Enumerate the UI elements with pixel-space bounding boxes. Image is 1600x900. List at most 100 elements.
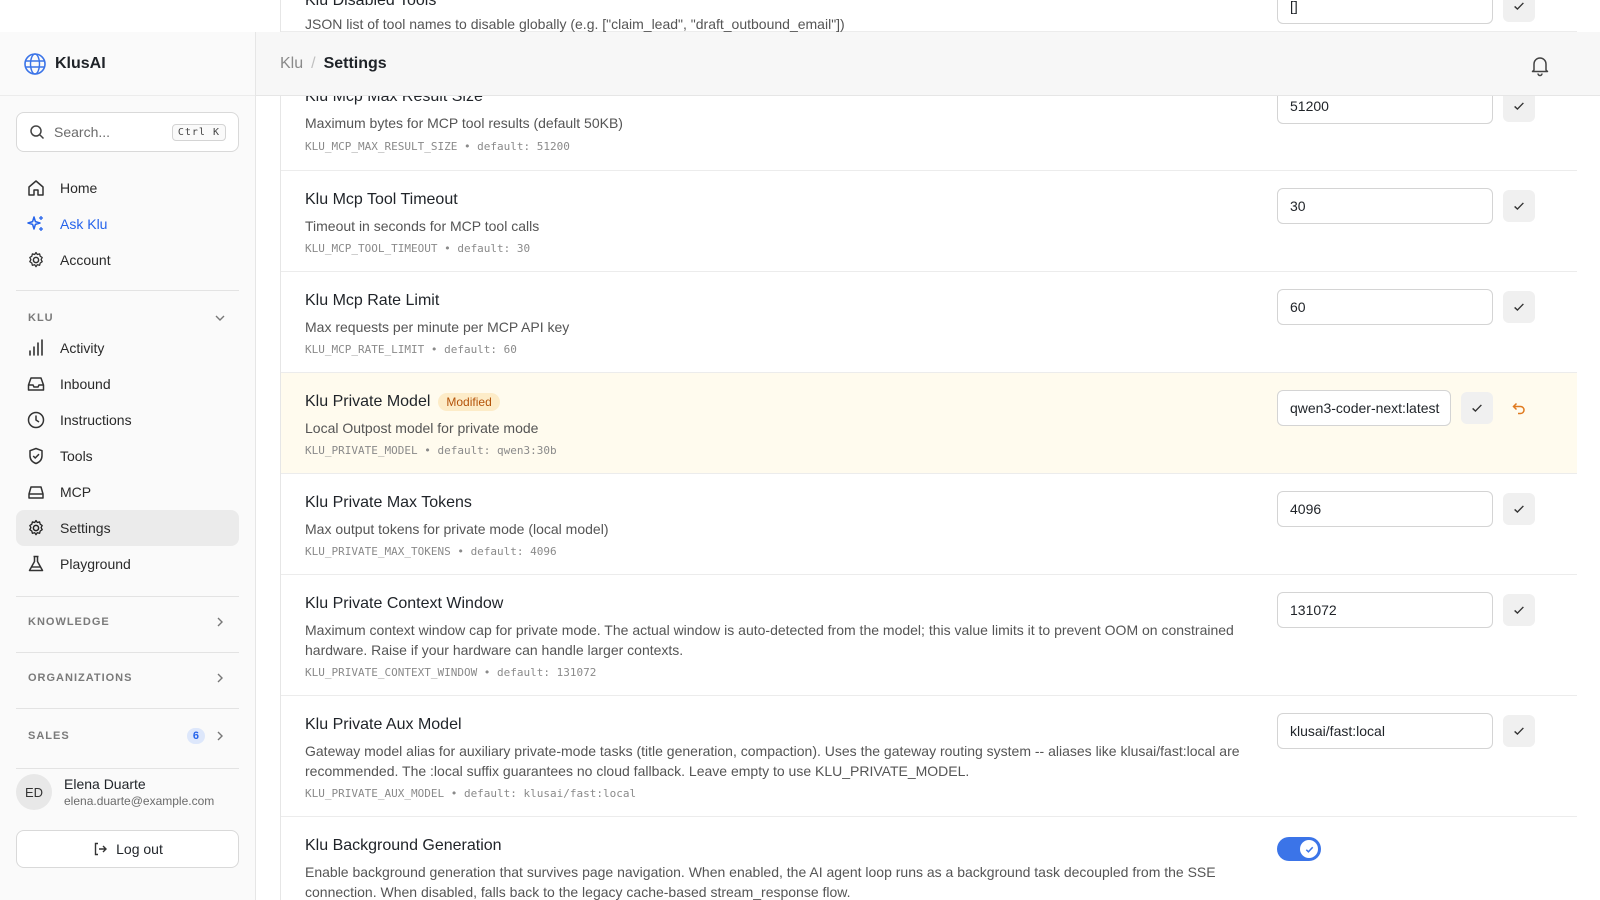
sidebar-divider: [16, 652, 239, 653]
home-icon: [28, 180, 44, 196]
brand[interactable]: KlusAI: [0, 32, 255, 96]
setting-description: Enable background generation that surviv…: [305, 864, 1216, 900]
setting-title: Klu Disabled Tools: [305, 0, 437, 9]
check-icon: [1514, 727, 1524, 736]
sparkles-icon: [27, 216, 43, 231]
clock-icon: [27, 411, 45, 429]
setting-value-input[interactable]: [1277, 188, 1493, 224]
nav-label: Instructions: [60, 412, 132, 428]
logout-button[interactable]: Log out: [16, 830, 239, 868]
nav-label: Ask Klu: [60, 216, 108, 232]
nav-item-playground[interactable]: Playground: [16, 546, 239, 582]
check-icon: [1472, 404, 1482, 413]
setting-row: Klu Private Aux Model Gateway model alia…: [281, 696, 1577, 817]
nav-klu: Activity Inbound Instructions Tools MCP …: [16, 330, 239, 582]
save-button[interactable]: [1461, 392, 1493, 424]
section-label: KLU: [28, 312, 54, 324]
setting-row: Klu Private Max Tokens Max output tokens…: [281, 474, 1577, 575]
nav-label: Account: [60, 252, 111, 268]
nav-item-mcp[interactable]: MCP: [16, 474, 239, 510]
setting-description: JSON list of tool names to disable globa…: [305, 16, 845, 32]
section-label: ORGANIZATIONS: [28, 672, 133, 684]
save-button[interactable]: [1503, 594, 1535, 626]
nav-item-account[interactable]: Account: [16, 242, 239, 278]
save-button[interactable]: [1503, 493, 1535, 525]
sidebar-divider: [16, 290, 239, 291]
gear-icon: [29, 519, 43, 536]
nav-item-activity[interactable]: Activity: [16, 330, 239, 366]
setting-value-input[interactable]: [1277, 713, 1493, 749]
nav-label: Tools: [60, 448, 93, 464]
setting-env-meta: KLU_PRIVATE_MAX_TOKENS • default: 4096: [305, 545, 557, 558]
section-organizations-header[interactable]: ORGANIZATIONS: [16, 666, 239, 690]
section-knowledge-header[interactable]: KNOWLEDGE: [16, 610, 239, 634]
avatar: ED: [16, 774, 52, 810]
reset-button[interactable]: [1503, 392, 1535, 424]
setting-description: Maximum bytes for MCP tool results (defa…: [305, 115, 623, 131]
setting-row-disabled-tools: Klu Disabled Tools JSON list of tool nam…: [281, 0, 1577, 32]
breadcrumb-current: Settings: [323, 54, 387, 72]
check-icon: [1514, 606, 1524, 615]
setting-title: Klu Background Generation: [305, 837, 502, 854]
setting-title: Klu Private Max Tokens: [305, 494, 472, 511]
app-name: KlusAI: [55, 54, 106, 72]
user-profile[interactable]: ED Elena Duarte elena.duarte@example.com: [16, 768, 239, 816]
nav-item-tools[interactable]: Tools: [16, 438, 239, 474]
setting-description: Max requests per minute per MCP API key: [305, 319, 570, 335]
nav-item-ask-klu[interactable]: Ask Klu: [16, 206, 239, 242]
save-button[interactable]: [1503, 0, 1535, 22]
setting-description: Gateway model alias for auxiliary privat…: [305, 743, 1240, 779]
flask-icon: [28, 555, 44, 572]
setting-title: Klu Private Aux Model: [305, 716, 462, 733]
setting-value-input[interactable]: [1277, 592, 1493, 628]
save-button[interactable]: [1503, 190, 1535, 222]
nav-item-instructions[interactable]: Instructions: [16, 402, 239, 438]
chevron-down-icon: [215, 315, 225, 321]
check-icon: [1514, 505, 1524, 514]
nav-item-home[interactable]: Home: [16, 170, 239, 206]
breadcrumb-root-link[interactable]: Klu: [280, 55, 303, 73]
bell-icon[interactable]: [1528, 53, 1552, 77]
nav-label: Playground: [60, 556, 131, 572]
save-button[interactable]: [1503, 715, 1535, 747]
setting-value-input[interactable]: [1277, 289, 1493, 325]
setting-env-meta: KLU_MCP_MAX_RESULT_SIZE • default: 51200: [305, 140, 570, 153]
setting-description: Timeout in seconds for MCP tool calls: [305, 218, 540, 234]
section-klu-header[interactable]: KLU: [16, 306, 239, 330]
save-button[interactable]: [1503, 291, 1535, 323]
setting-row-modified: Klu Private Model Modified Local Outpost…: [281, 373, 1577, 474]
background-generation-toggle[interactable]: [1277, 837, 1321, 861]
section-sales-header[interactable]: SALES 6: [16, 724, 239, 748]
modified-badge: Modified: [438, 393, 500, 411]
setting-env-meta: KLU_PRIVATE_AUX_MODEL • default: klusai/…: [305, 787, 637, 800]
search-shortcut: Ctrl K: [171, 123, 226, 141]
setting-description: Max output tokens for private mode (loca…: [305, 521, 609, 537]
logout-label: Log out: [116, 841, 163, 857]
undo-icon: [1512, 402, 1525, 415]
setting-value-input[interactable]: [1277, 390, 1451, 426]
breadcrumb-separator: /: [311, 54, 316, 72]
user-email: elena.duarte@example.com: [64, 794, 215, 808]
search-icon: [30, 125, 45, 140]
sidebar: KlusAI Search... Ctrl K Home Ask Klu Acc…: [0, 32, 256, 900]
inbox-icon: [27, 377, 45, 391]
nav-item-inbound[interactable]: Inbound: [16, 366, 239, 402]
check-icon: [1514, 202, 1524, 211]
nav-label: Home: [60, 180, 98, 196]
setting-description: Maximum context window cap for private m…: [305, 622, 1234, 658]
setting-value-input[interactable]: [1277, 0, 1493, 24]
page-header: Klu / Settings: [256, 32, 1600, 96]
nav-main: Home Ask Klu Account: [16, 170, 239, 278]
check-icon: [1514, 2, 1524, 11]
setting-title: Klu Private Model: [305, 393, 431, 410]
drive-icon: [28, 486, 44, 499]
setting-env-meta: KLU_PRIVATE_MODEL • default: qwen3:30b: [305, 444, 557, 457]
nav-item-settings[interactable]: Settings: [16, 510, 239, 546]
search-input[interactable]: Search... Ctrl K: [16, 112, 239, 152]
setting-row: Klu Mcp Rate Limit Max requests per minu…: [281, 272, 1577, 373]
nav-label: Settings: [60, 520, 111, 536]
shield-check-icon: [29, 447, 43, 465]
setting-value-input[interactable]: [1277, 491, 1493, 527]
setting-env-meta: KLU_MCP_TOOL_TIMEOUT • default: 30: [305, 242, 531, 255]
toggle-knob: [1300, 840, 1318, 858]
